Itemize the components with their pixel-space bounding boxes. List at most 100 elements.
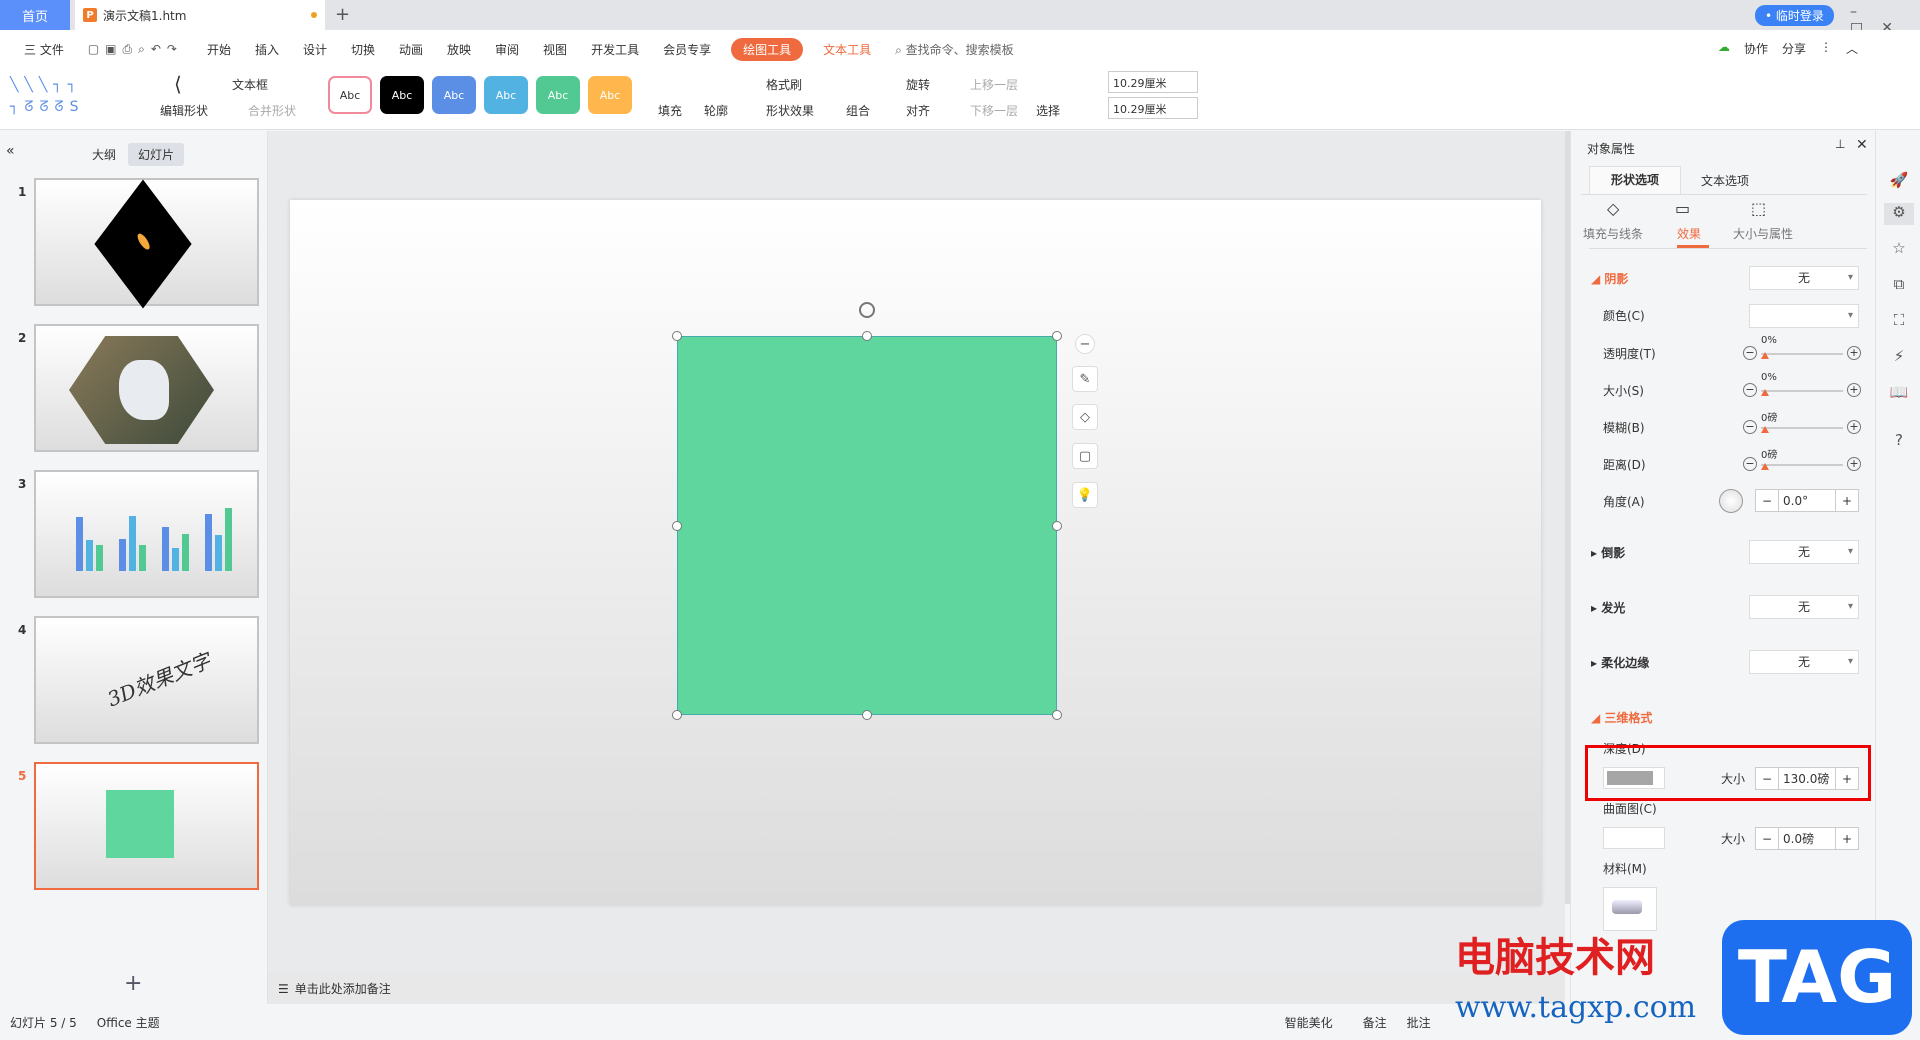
section-glow[interactable]: ▸ 发光	[1591, 599, 1625, 616]
collab-button[interactable]: 协作	[1744, 40, 1768, 57]
fill-bucket-icon[interactable]: ◇	[1072, 404, 1098, 430]
shape-effects-button[interactable]: 形状效果	[766, 102, 814, 119]
subtab-size-properties[interactable]: 大小与属性	[1733, 225, 1793, 242]
slide-thumbnail-4[interactable]: 3D效果文字	[34, 616, 259, 744]
search-command[interactable]: ⌕ 查找命令、搜索模板	[883, 41, 1026, 58]
resize-handle[interactable]	[862, 710, 872, 720]
share-button[interactable]: 分享	[1782, 40, 1806, 57]
tab-drawing-tools[interactable]: 绘图工具	[731, 37, 804, 61]
add-slide-button[interactable]: +	[124, 971, 142, 996]
slides-switch-icon[interactable]: ⧉	[1888, 275, 1910, 297]
tab-slideshow[interactable]: 放映	[435, 41, 483, 58]
align-button[interactable]: 对齐	[906, 102, 930, 119]
notes-toggle-button[interactable]: 备注	[1363, 1014, 1387, 1031]
section-3d-format[interactable]: ◢ 三维格式	[1591, 709, 1652, 726]
glow-dropdown[interactable]: 无	[1749, 595, 1859, 619]
angle-dial[interactable]	[1719, 489, 1743, 513]
tab-member[interactable]: 会员专享	[651, 41, 723, 58]
login-button[interactable]: • 临时登录	[1755, 5, 1834, 26]
style-preset-6[interactable]: Abc	[588, 76, 632, 114]
shadow-color-dropdown[interactable]	[1749, 304, 1859, 328]
help-icon[interactable]: ?	[1888, 431, 1910, 453]
section-shadow[interactable]: ◢ 阴影	[1591, 270, 1628, 287]
pin-icon[interactable]: ⊥	[1835, 137, 1845, 151]
selected-rectangle-shape[interactable]	[677, 336, 1057, 715]
tab-insert[interactable]: 插入	[243, 41, 291, 58]
fill-button[interactable]: 填充	[658, 102, 682, 119]
distance-slider[interactable]: − +0磅	[1743, 450, 1861, 474]
panel-title[interactable]: 对象属性	[1587, 140, 1635, 157]
shape-gallery[interactable]: ╲╲╲┐┐ ┐ᘔᘔᘔS	[10, 74, 140, 122]
tab-start[interactable]: 开始	[195, 41, 243, 58]
select-button[interactable]: 选择	[1036, 102, 1060, 119]
resize-handle[interactable]	[862, 331, 872, 341]
soft-edges-dropdown[interactable]: 无	[1749, 650, 1859, 674]
notes-bar[interactable]: ☰ 单击此处添加备注	[268, 973, 1565, 1004]
tab-shape-options[interactable]: 形状选项	[1589, 166, 1681, 194]
resize-handle[interactable]	[1052, 521, 1062, 531]
style-preset-3[interactable]: Abc	[432, 76, 476, 114]
properties-sliders-icon[interactable]: ⚙	[1884, 203, 1914, 225]
subtab-effects[interactable]: 效果	[1677, 225, 1701, 242]
shadow-dropdown[interactable]: 无	[1749, 266, 1859, 290]
merge-shape-button[interactable]: 合并形状	[248, 102, 296, 119]
new-tab-button[interactable]: +	[335, 4, 350, 25]
pen-icon[interactable]: ✎	[1072, 366, 1098, 392]
rocket-icon[interactable]: 🚀	[1888, 171, 1910, 193]
tab-developer[interactable]: 开发工具	[579, 41, 651, 58]
smart-beautify-button[interactable]: 智能美化	[1285, 1014, 1333, 1031]
file-menu[interactable]: 三 文件	[12, 41, 76, 58]
star-icon[interactable]: ☆	[1888, 239, 1910, 261]
slide-thumbnail-3[interactable]	[34, 470, 259, 598]
slide-thumbnail-5[interactable]	[34, 762, 259, 890]
collapse-ribbon-icon[interactable]: ︿	[1846, 40, 1858, 57]
tab-review[interactable]: 审阅	[483, 41, 531, 58]
cloud-sync-icon[interactable]: ☁	[1718, 40, 1730, 57]
lightbulb-icon[interactable]: 💡	[1072, 482, 1098, 508]
collapse-panel-icon[interactable]: «	[6, 143, 15, 159]
style-preset-4[interactable]: Abc	[484, 76, 528, 114]
subtab-fill-line[interactable]: 填充与线条	[1583, 225, 1643, 242]
bring-forward-button[interactable]: 上移一层	[970, 76, 1018, 93]
send-backward-button[interactable]: 下移一层	[970, 102, 1018, 119]
edit-shape-button[interactable]: 编辑形状	[160, 102, 208, 119]
tab-design[interactable]: 设计	[291, 41, 339, 58]
contour-size-spinner[interactable]: −0.0磅 +	[1755, 827, 1859, 850]
tab-view[interactable]: 视图	[531, 41, 579, 58]
outline-icon[interactable]: ▢	[1072, 443, 1098, 469]
slide-thumbnail-2[interactable]	[34, 324, 259, 452]
home-tab[interactable]: 首页	[0, 0, 70, 30]
document-tab[interactable]: P 演示文稿1.htm	[75, 0, 325, 30]
style-preset-5[interactable]: Abc	[536, 76, 580, 114]
resize-handle[interactable]	[672, 521, 682, 531]
section-soft-edges[interactable]: ▸ 柔化边缘	[1591, 654, 1649, 671]
reflection-dropdown[interactable]: 无	[1749, 540, 1859, 564]
close-icon[interactable]: ✕	[1856, 137, 1868, 153]
quick-access-icons[interactable]: ▢▣⎙⌕↶↷	[76, 42, 195, 57]
style-preset-2[interactable]: Abc	[380, 76, 424, 114]
contour-color-dropdown[interactable]	[1603, 827, 1665, 849]
tab-transition[interactable]: 切换	[339, 41, 387, 58]
flash-icon[interactable]: ⚡	[1888, 347, 1910, 369]
tab-slides[interactable]: 幻灯片	[128, 143, 185, 166]
zoom-out-icon[interactable]: −	[1075, 334, 1095, 354]
size-slider[interactable]: − +0%	[1743, 372, 1861, 400]
resize-handle[interactable]	[1052, 331, 1062, 341]
angle-spinner[interactable]: −0.0° +	[1755, 489, 1859, 512]
tab-text-tools[interactable]: 文本工具	[811, 41, 883, 58]
resize-handle[interactable]	[1052, 710, 1062, 720]
shape-library-icon[interactable]: ⛶	[1888, 311, 1910, 333]
book-search-icon[interactable]: 📖	[1888, 383, 1910, 405]
resize-handle[interactable]	[672, 710, 682, 720]
rotate-handle-icon[interactable]	[859, 302, 875, 318]
tab-text-options[interactable]: 文本选项	[1701, 172, 1749, 189]
group-button[interactable]: 组合	[846, 102, 870, 119]
outline-button[interactable]: 轮廓	[704, 102, 728, 119]
slide-thumbnail-1[interactable]	[34, 178, 259, 309]
tab-outline[interactable]: 大纲	[92, 146, 116, 163]
blur-slider[interactable]: − +0磅	[1743, 413, 1861, 437]
textbox-button[interactable]: 文本框	[232, 76, 268, 93]
tab-animation[interactable]: 动画	[387, 41, 435, 58]
style-preset-1[interactable]: Abc	[328, 76, 372, 114]
transparency-slider[interactable]: − +0%	[1743, 335, 1861, 363]
